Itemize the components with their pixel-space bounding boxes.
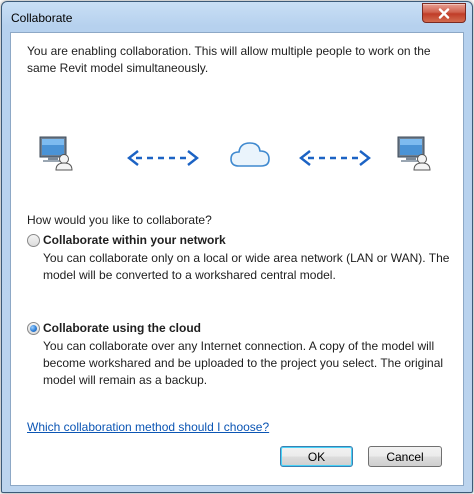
radio-network[interactable] bbox=[27, 234, 40, 247]
cancel-button[interactable]: Cancel bbox=[368, 446, 442, 467]
option-cloud-description: You can collaborate over any Internet co… bbox=[43, 339, 444, 387]
computer-user-icon bbox=[397, 136, 431, 171]
dialog-title: Collaborate bbox=[11, 11, 73, 25]
option-cloud-title[interactable]: Collaborate using the cloud bbox=[43, 321, 201, 335]
bidirectional-dashed-arrow-icon bbox=[299, 150, 371, 166]
cloud-icon bbox=[230, 142, 270, 167]
help-link[interactable]: Which collaboration method should I choo… bbox=[27, 420, 269, 434]
bidirectional-dashed-arrow-icon bbox=[127, 150, 199, 166]
option-network-title[interactable]: Collaborate within your network bbox=[43, 233, 226, 247]
close-icon bbox=[438, 7, 450, 19]
collaboration-question: How would you like to collaborate? bbox=[27, 213, 212, 227]
ok-button[interactable]: OK bbox=[280, 446, 353, 467]
intro-text: You are enabling collaboration. This wil… bbox=[27, 44, 431, 75]
collaborate-dialog: Collaborate You are enabling collaborati… bbox=[1, 1, 473, 493]
option-network-description: You can collaborate only on a local or w… bbox=[43, 251, 450, 282]
close-button[interactable] bbox=[422, 3, 466, 23]
collaboration-illustration bbox=[11, 123, 463, 193]
computer-user-icon bbox=[39, 136, 73, 171]
radio-cloud[interactable] bbox=[27, 322, 40, 335]
title-bar[interactable]: Collaborate bbox=[2, 2, 472, 32]
dialog-body: You are enabling collaboration. This wil… bbox=[10, 32, 464, 486]
